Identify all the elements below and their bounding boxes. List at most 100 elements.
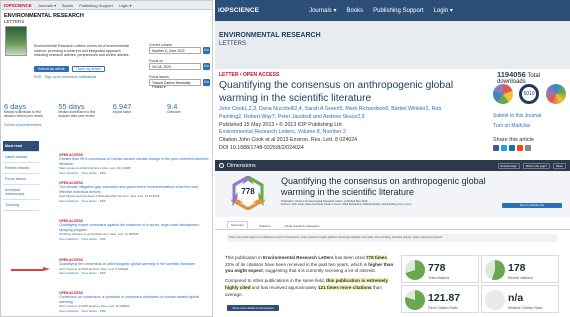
- iopscience-logo[interactable]: IOPSCIENCE: [218, 7, 259, 14]
- tab-summary[interactable]: Summary: [227, 221, 248, 229]
- article-title: Quantifying the consensus on anthropogen…: [219, 80, 454, 104]
- stat-item: 6.947 Impact factor: [113, 102, 155, 119]
- card-label: Relative Citation Ratio: [508, 306, 543, 310]
- open-abstract-link[interactable]: Open abstract: [59, 237, 78, 241]
- stat-item: 55 days Median submission to first decisi…: [58, 102, 100, 119]
- metric-card-total-citations: 778 Total citations: [401, 255, 479, 283]
- dimensions-summary-text: This publication in Environmental Resear…: [225, 255, 395, 298]
- submit-journal-link[interactable]: Submit to this Journal: [493, 112, 541, 122]
- issues-go-button[interactable]: Go: [203, 79, 210, 86]
- journal-metrics-link[interactable]: Full list of journal metrics: [4, 123, 41, 127]
- dimensions-score: 778: [241, 187, 255, 196]
- journal-cover-image[interactable]: [5, 26, 27, 56]
- view-article-link[interactable]: View article: [81, 171, 97, 175]
- submit-article-button[interactable]: Submit an article: [34, 66, 69, 72]
- mathjax-toggle[interactable]: Turn on MathJax: [493, 122, 541, 132]
- article-title-link[interactable]: The climate mitigation gap: education an…: [59, 185, 209, 194]
- article-list-item: OPEN ACCESS Greater than 99% consensus o…: [59, 153, 209, 175]
- pdf-link[interactable]: PDF: [100, 309, 106, 313]
- article-header: IOPSCIENCE Journals ▾ Books Publishing S…: [215, 0, 570, 21]
- downloads-count: 1194056: [497, 70, 526, 79]
- article-title-link[interactable]: Greater than 99% consensus on human caus…: [59, 157, 209, 166]
- focus-go-button[interactable]: Go: [203, 63, 210, 70]
- current-go-button[interactable]: Go: [203, 47, 210, 54]
- current-volume-select[interactable]: Number 6, June 2022: [149, 47, 201, 54]
- reddit-icon[interactable]: [517, 145, 523, 151]
- show-more-details-button[interactable]: Show more details in Dimensions: [227, 305, 279, 311]
- journal-name[interactable]: ENVIRONMENTAL RESEARCH LETTERS: [219, 32, 339, 48]
- view-article-link[interactable]: View article: [81, 237, 97, 241]
- iopscience-logo[interactable]: IOPSCIENCE: [4, 3, 32, 8]
- twitter-icon[interactable]: [501, 145, 507, 151]
- sidebar-item-focus[interactable]: Focus issues: [3, 174, 39, 185]
- journal-name-line1: ENVIRONMENTAL RESEARCH: [219, 32, 321, 39]
- stat-label: Median submission to first decision afte…: [58, 110, 96, 118]
- facebook-icon[interactable]: [493, 145, 499, 151]
- linkedin-icon[interactable]: [509, 145, 515, 151]
- open-abstract-link[interactable]: Open abstract: [59, 171, 78, 175]
- open-abstract-link[interactable]: Open abstract: [59, 309, 78, 313]
- login-menu[interactable]: Login ▾: [119, 3, 132, 8]
- journal-subtitle: LETTERS: [4, 19, 25, 24]
- stat-label: Median submission to first decision befo…: [4, 110, 43, 118]
- plumx-badge-icon[interactable]: 5010: [519, 84, 539, 104]
- dimensions-brand[interactable]: Dimensions: [227, 163, 256, 169]
- pdf-link[interactable]: PDF: [100, 271, 106, 275]
- view-article-link[interactable]: View article: [81, 199, 97, 203]
- sidebar-item-trending[interactable]: Trending: [3, 200, 39, 211]
- total-downloads: 1194056 Total downloads: [497, 70, 570, 85]
- side-links: Submit to this Journal Turn on MathJax: [493, 112, 541, 131]
- open-abstract-link[interactable]: Open abstract: [59, 199, 78, 203]
- embed-badge-button[interactable]: Embed badge: [497, 162, 520, 169]
- email-icon[interactable]: [525, 145, 531, 151]
- journal-volume-link[interactable]: Environmental Research Letters, Volume 8…: [219, 129, 464, 137]
- show-more-link[interactable]: [show more]: [397, 203, 411, 206]
- article-title-link[interactable]: Quantifying expert consensus against the…: [59, 223, 209, 232]
- dimensions-info-note: This is the public page for a publicatio…: [227, 234, 557, 242]
- card-label: Total citations: [428, 276, 450, 280]
- publishing-link[interactable]: Publishing Support: [79, 3, 113, 8]
- what-is-page-button[interactable]: What is this page?: [522, 162, 551, 169]
- pdf-link[interactable]: PDF: [100, 199, 106, 203]
- journals-menu[interactable]: Journals ▾: [309, 7, 336, 14]
- article-list-item: OPEN ACCESS Quantifying expert consensus…: [59, 219, 209, 241]
- sidebar-item-latest[interactable]: Latest articles: [3, 152, 39, 163]
- published-date: Published 15 May 2013 • © 2013 IOP Publi…: [219, 121, 342, 128]
- books-link[interactable]: Books: [62, 3, 73, 8]
- rcr-gauge-icon: [485, 290, 505, 310]
- track-article-button[interactable]: Track my article: [71, 66, 105, 72]
- fcr-gauge-icon: [405, 290, 425, 310]
- tab-citations[interactable]: Citations: [256, 223, 274, 229]
- publishing-link[interactable]: Publishing Support: [373, 8, 423, 14]
- sidebar-item-most-read[interactable]: Most read: [3, 141, 39, 152]
- stat-label: Impact factor: [112, 110, 132, 114]
- view-article-link[interactable]: View article: [81, 271, 97, 275]
- share-label: Share this article: [493, 137, 534, 143]
- article-list-item: OPEN ACCESS The climate mitigation gap: …: [59, 181, 209, 203]
- article-title-link[interactable]: Consensus on consensus: a synthesis of c…: [59, 295, 209, 304]
- pdf-link[interactable]: PDF: [100, 171, 106, 175]
- journal-description: Environmental Research Letters covers al…: [34, 44, 130, 58]
- open-abstract-link[interactable]: Open abstract: [59, 271, 78, 275]
- focus-issues-select[interactable]: Toward Carbon Neutrality: Financi ▾: [149, 79, 201, 89]
- journals-menu[interactable]: Journals ▾: [38, 3, 56, 8]
- journal-name-line2: LETTERS: [219, 41, 247, 47]
- sidebar-item-accepted[interactable]: Accepted manuscripts: [3, 185, 39, 200]
- login-menu[interactable]: Login ▾: [434, 7, 453, 14]
- signup-link[interactable]: Sign up for new issue notifications: [45, 75, 96, 79]
- view-publisher-button[interactable]: View on publisher site: [502, 203, 562, 208]
- tab-citing-categories[interactable]: Citing research categories: [282, 223, 323, 229]
- article-sidebar: Most read Latest articles Review article…: [3, 141, 39, 211]
- books-link[interactable]: Books: [346, 8, 363, 14]
- summary-paragraph-2: Compared to other publications in the sa…: [225, 278, 388, 297]
- share-button[interactable]: Share: [553, 162, 566, 169]
- sidebar-item-review[interactable]: Review articles: [3, 163, 39, 174]
- metric-card-recent-citations: 178 Recent citations: [481, 255, 559, 283]
- altmetric-donut-icon[interactable]: [493, 84, 513, 104]
- pdf-link[interactable]: PDF: [100, 237, 106, 241]
- focus-on-select[interactable]: Vol 18, 2023: [149, 63, 201, 70]
- rss-link[interactable]: RSS: [34, 75, 41, 79]
- view-article-link[interactable]: View article: [81, 309, 97, 313]
- dimensions-badge-icon[interactable]: [546, 84, 566, 104]
- author-list[interactable]: John Cook1,2,3, Dana Nuccitelli2,4, Sara…: [219, 106, 464, 122]
